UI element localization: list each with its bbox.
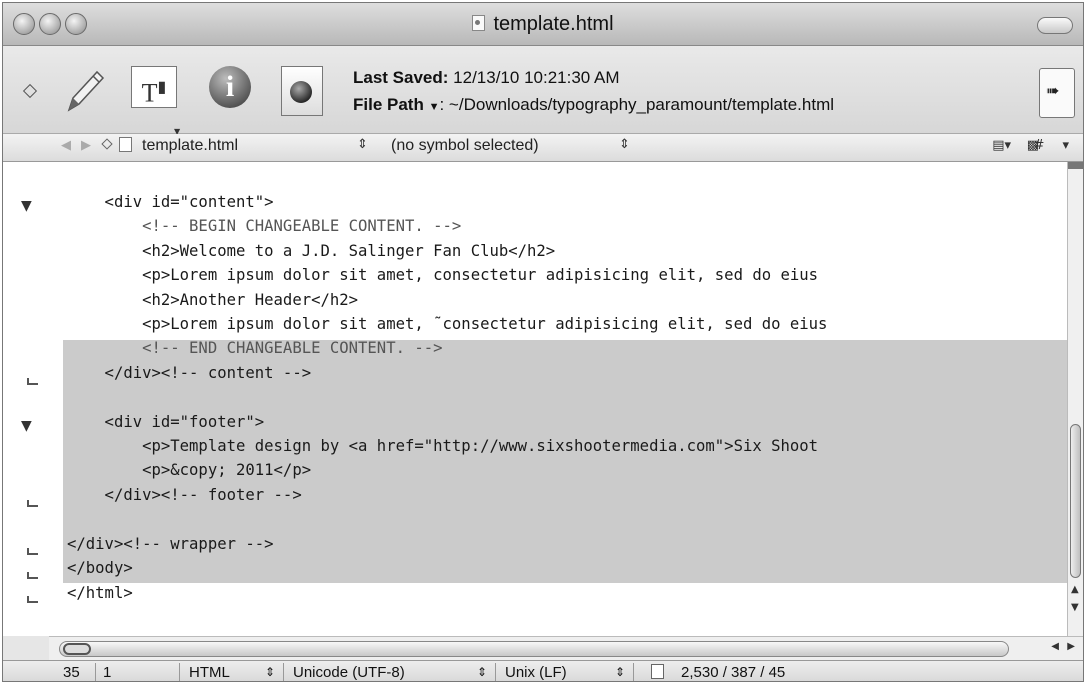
code-line[interactable]: <div id="content"> [67, 193, 274, 211]
status-divider [179, 663, 180, 681]
horizontal-scrollbar[interactable]: ◀ ▶ [49, 636, 1083, 661]
code-editor[interactable]: ▼ ▼ <div id="content"> <!-- BEGIN CHANGE… [3, 162, 1083, 636]
toolbar-toggle-button[interactable] [1037, 17, 1073, 34]
toolbar: T▮ ▼ i Last Saved: 12/13/10 10:21:30 AM … [3, 46, 1083, 136]
language-popup[interactable]: HTML [189, 664, 230, 681]
preview-document-icon[interactable] [281, 66, 323, 116]
window-title-area: template.html [3, 13, 1083, 36]
info-icon[interactable]: i [209, 66, 251, 108]
vertical-scrollbar[interactable]: ▲ ▼ [1067, 162, 1083, 636]
status-divider [495, 663, 496, 681]
line-endings-popup[interactable]: Unix (LF) [505, 664, 567, 681]
line-gutter: ▼ ▼ [3, 162, 49, 636]
back-arrow-icon[interactable]: ◀ [61, 138, 71, 153]
forward-arrow-icon[interactable]: ▶ [81, 138, 91, 153]
symbol-popup[interactable]: (no symbol selected) [391, 137, 539, 155]
file-path-label: File Path [353, 95, 424, 114]
editor-window: template.html T▮ ▼ i Last Saved: 12/13/1… [2, 2, 1084, 682]
sidebar-toggle-icon[interactable]: ➠ [1039, 68, 1075, 118]
fold-end-icon[interactable] [27, 500, 38, 507]
fold-open-icon[interactable]: ▼ [21, 418, 32, 434]
code-line[interactable]: <p>Lorem ipsum dolor sit amet, consectet… [67, 266, 818, 284]
document-proxy-icon[interactable] [472, 15, 486, 31]
status-divider [95, 663, 96, 681]
file-diamond-icon [101, 138, 113, 150]
window-title: template.html [493, 13, 614, 35]
code-line[interactable]: <p>&copy; 2011</p> [67, 461, 311, 479]
code-line[interactable]: </html> [67, 584, 133, 602]
fold-end-icon[interactable] [27, 378, 38, 385]
code-line[interactable]: </div><!-- footer --> [67, 486, 302, 504]
fold-open-icon[interactable]: ▼ [21, 198, 32, 214]
code-text-area[interactable]: <div id="content"> <!-- BEGIN CHANGEABLE… [49, 162, 1069, 636]
status-divider [283, 663, 284, 681]
fold-end-icon[interactable] [27, 596, 38, 603]
document-stats-icon [651, 664, 664, 681]
file-icon [119, 137, 132, 152]
code-line[interactable]: </div><!-- content --> [67, 364, 312, 382]
scroll-left-arrow-icon[interactable]: ◀ [1051, 641, 1059, 652]
code-line[interactable]: <!-- END CHANGEABLE CONTENT. --> [67, 339, 442, 357]
globe-icon [290, 81, 312, 103]
fold-end-icon[interactable] [27, 572, 38, 579]
document-counts: 2,530 / 387 / 45 [681, 664, 786, 681]
code-line[interactable]: <h2>Another Header</h2> [67, 291, 358, 309]
status-divider [633, 663, 634, 681]
last-saved-info: Last Saved: 12/13/10 10:21:30 AM [353, 68, 620, 88]
code-line[interactable]: <div id="footer"> [67, 413, 265, 431]
last-saved-value: 12/13/10 10:21:30 AM [453, 68, 620, 87]
encoding-popup[interactable]: Unicode (UTF-8) [293, 664, 405, 681]
file-popup[interactable]: template.html [101, 137, 239, 155]
fold-end-icon[interactable] [27, 548, 38, 555]
split-handle[interactable] [1068, 162, 1083, 169]
status-bar: 35 1 HTML ⇕ Unicode (UTF-8) ⇕ Unix (LF) … [3, 660, 1083, 681]
horizontal-scroll-thumb[interactable] [59, 641, 1009, 657]
column-number[interactable]: 1 [103, 664, 111, 681]
file-path-value: : ~/Downloads/typography_paramount/templ… [439, 95, 835, 114]
title-bar: template.html [3, 3, 1083, 46]
file-path-info[interactable]: File Path ▼: ~/Downloads/typography_para… [353, 95, 834, 115]
code-line[interactable]: <p>Lorem ipsum dolor sit amet, ˜consecte… [67, 315, 827, 333]
code-line[interactable]: </div><!-- wrapper --> [67, 535, 274, 553]
symbol-popup-updown-icon[interactable]: ⇕ [619, 137, 630, 152]
language-updown-icon[interactable]: ⇕ [265, 665, 275, 679]
vertical-scroll-thumb[interactable] [1070, 424, 1081, 578]
line-endings-updown-icon[interactable]: ⇕ [615, 665, 625, 679]
code-line[interactable]: <p>Template design by <a href="http://ww… [67, 437, 818, 455]
symbol-popup-label: (no symbol selected) [391, 137, 539, 154]
code-line[interactable]: <!-- BEGIN CHANGEABLE CONTENT. --> [67, 217, 461, 235]
code-line[interactable]: <h2>Welcome to a J.D. Salinger Fan Club<… [67, 242, 555, 260]
hash-menu-icon[interactable]: # ▾ [1033, 138, 1069, 153]
line-number[interactable]: 35 [63, 664, 80, 681]
navigation-bar: ◀ ▶ template.html ⇕ (no symbol selected)… [3, 134, 1083, 162]
scroll-down-arrow-icon[interactable]: ▼ [1071, 602, 1079, 613]
toolbar-diamond-icon[interactable] [22, 83, 38, 99]
scroll-right-arrow-icon[interactable]: ▶ [1067, 641, 1075, 652]
last-saved-label: Last Saved: [353, 68, 449, 87]
text-options-icon[interactable]: T▮ ▼ [131, 66, 180, 136]
file-path-menu-arrow-icon: ▼ [428, 101, 440, 113]
pencil-icon[interactable] [61, 66, 107, 116]
text-tool-glyph: T [141, 78, 158, 108]
encoding-updown-icon[interactable]: ⇕ [477, 665, 487, 679]
scroll-up-arrow-icon[interactable]: ▲ [1071, 584, 1079, 595]
file-popup-updown-icon[interactable]: ⇕ [357, 137, 368, 152]
code-line[interactable]: </body> [67, 559, 133, 577]
code-block[interactable]: <div id="content"> <!-- BEGIN CHANGEABLE… [67, 190, 827, 605]
info-glyph: i [225, 70, 235, 103]
bookmark-menu-icon[interactable]: ▤▾ [992, 138, 1011, 153]
file-popup-label: template.html [142, 137, 239, 154]
